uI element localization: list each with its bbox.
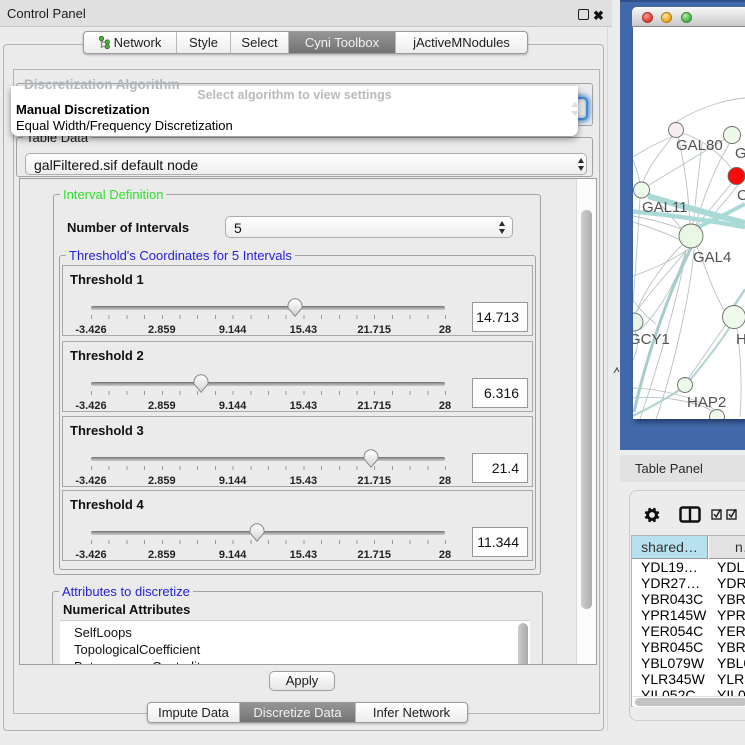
svg-text:GAL4: GAL4 (693, 249, 731, 266)
svg-text:GA: GA (735, 145, 745, 162)
svg-text:H: H (736, 331, 745, 348)
svg-text:GAL80: GAL80 (676, 137, 723, 154)
svg-text:GCY1: GCY1 (633, 331, 670, 348)
svg-text:HAP2: HAP2 (687, 394, 726, 411)
svg-text:GAL11: GAL11 (642, 199, 688, 216)
svg-text:C: C (737, 187, 745, 204)
